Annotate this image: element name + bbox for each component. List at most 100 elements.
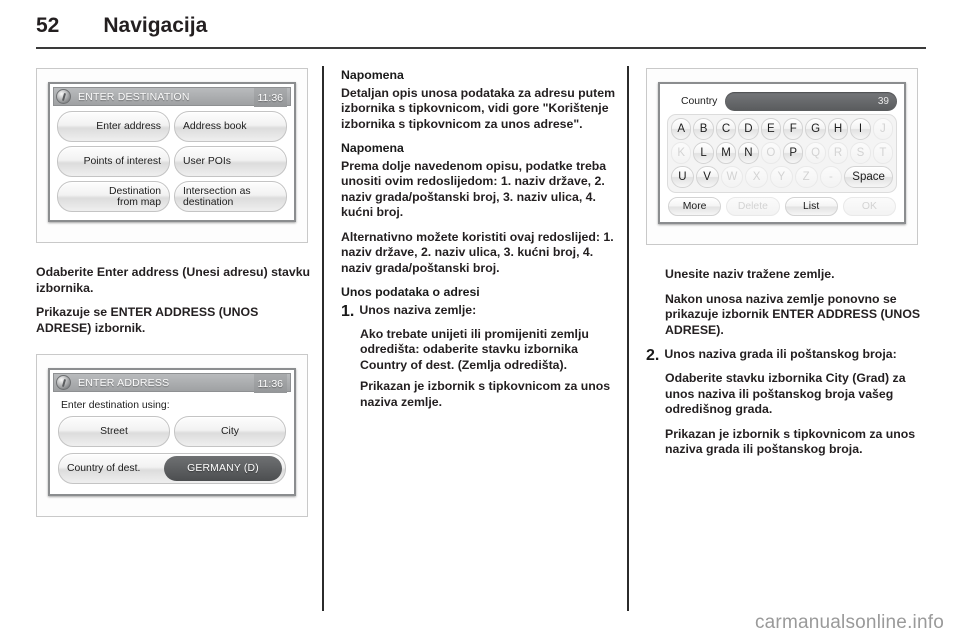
keyboard-input-field[interactable]: 39 — [725, 92, 897, 111]
key-h[interactable]: H — [827, 118, 849, 140]
list-item-title: Unos naziva zemlje: — [359, 302, 477, 317]
enter-address-prompt: Enter destination using: — [61, 400, 170, 411]
key-v[interactable]: V — [695, 166, 719, 188]
list-item-number: 2. — [646, 347, 660, 364]
device-screen-enter-destination: ENTER DESTINATION 11:36 Enter address Ad… — [48, 82, 296, 222]
col3-paragraph-1: Unesite naziv tražene zemlje. — [665, 267, 835, 281]
key-e[interactable]: E — [760, 118, 782, 140]
keyboard-match-count: 39 — [877, 96, 889, 107]
key-x: X — [745, 166, 768, 188]
screen-titlebar: ENTER ADDRESS 11:36 — [53, 373, 291, 393]
list-item: 2. Unos naziva grada ili poštanskog broj… — [646, 347, 924, 365]
list-item-1-paragraph-1: Ako trebate unijeti ili promijeniti zeml… — [360, 326, 589, 372]
column-3: Country 39 A B C D E F G H I J K L M N O… — [646, 68, 924, 608]
menu-item-intersection-as-destination[interactable]: Intersection as destination — [174, 181, 287, 212]
key-l[interactable]: L — [693, 142, 714, 164]
menu-item-user-pois[interactable]: User POIs — [174, 146, 287, 177]
key-t: T — [872, 142, 894, 164]
info-icon — [56, 375, 71, 390]
key-p[interactable]: P — [783, 142, 804, 164]
key-o: O — [760, 142, 782, 164]
info-icon — [56, 89, 71, 104]
list-button[interactable]: List — [784, 197, 838, 216]
menu-item-label: Address book — [183, 121, 247, 132]
key-k: K — [671, 142, 692, 164]
keyboard-field-row: Country 39 — [663, 87, 901, 114]
key-g[interactable]: G — [805, 118, 826, 140]
key-y: Y — [770, 166, 793, 188]
key-hyphen: - — [819, 166, 843, 188]
enter-address-button-row: Street City — [58, 416, 286, 447]
menu-item-enter-address[interactable]: Enter address — [57, 111, 170, 142]
menu-item-label: City — [221, 426, 239, 437]
country-of-dest-value: GERMANY (D) — [164, 456, 282, 481]
keyboard-row-2: K L M N O P Q R S T — [671, 142, 894, 164]
footer-watermark: carmanualsonline.info — [754, 612, 944, 633]
keyboard-field-label: Country — [681, 96, 718, 107]
screen-title: ENTER ADDRESS — [78, 376, 170, 389]
key-space[interactable]: Space — [844, 166, 893, 188]
menu-item-destination-from-map[interactable]: Destination from map — [57, 181, 170, 212]
key-m[interactable]: M — [715, 142, 737, 164]
col1-paragraph-1: Odaberite Enter address (Unesi adresu) s… — [36, 265, 311, 295]
column-divider-1 — [322, 66, 324, 611]
more-button[interactable]: More — [668, 197, 722, 216]
menu-item-label-line2: from map — [117, 196, 161, 208]
screen-title: ENTER DESTINATION — [78, 90, 190, 103]
note-2-body: Prema dolje navedenom opisu, podatke tre… — [341, 158, 607, 220]
column-1: ENTER DESTINATION 11:36 Enter address Ad… — [36, 68, 314, 608]
keyboard-row-1: A B C D E F G H I J — [671, 118, 894, 140]
menu-item-country-of-dest[interactable]: Country of dest. GERMANY (D) — [58, 453, 286, 484]
key-c[interactable]: C — [715, 118, 737, 140]
figure-country-keyboard: Country 39 A B C D E F G H I J K L M N O… — [646, 68, 918, 245]
destination-button-grid: Enter address Address book Points of int… — [53, 106, 291, 217]
keyboard-action-row: More Delete List OK — [663, 193, 901, 219]
menu-item-label: Points of interest — [83, 156, 161, 167]
key-i[interactable]: I — [850, 118, 871, 140]
figure-enter-address: ENTER ADDRESS 11:36 Enter destination us… — [36, 354, 308, 517]
keyboard-row-3: U V W X Y Z - Space — [671, 166, 893, 188]
page-header: 52 Navigacija — [36, 14, 924, 46]
key-d[interactable]: D — [738, 118, 759, 140]
screen-clock: 11:36 — [253, 88, 287, 107]
key-b[interactable]: B — [693, 118, 714, 140]
menu-item-label: Enter address — [96, 121, 161, 132]
page-number: 52 — [36, 14, 60, 37]
note-1-body: Detaljan opis unosa podataka za adresu p… — [341, 85, 616, 131]
menu-item-city[interactable]: City — [174, 416, 286, 447]
key-f[interactable]: F — [783, 118, 804, 140]
country-of-dest-label: Country of dest. — [67, 463, 141, 474]
ok-button: OK — [842, 197, 896, 216]
menu-item-points-of-interest[interactable]: Points of interest — [57, 146, 170, 177]
list-item-2-paragraph-1: Odaberite stavku izbornika City (Grad) z… — [665, 371, 906, 416]
menu-item-address-book[interactable]: Address book — [174, 111, 287, 142]
list-item-number: 1. — [341, 302, 355, 320]
screen-clock: 11:36 — [253, 374, 287, 393]
menu-item-label: Destination from map — [109, 186, 161, 208]
col3-paragraph-2: Nakon unosa naziva zemlje ponovno se pri… — [665, 291, 921, 337]
column-2: Napomena Detaljan opis unosa podataka za… — [341, 68, 619, 608]
list-item-2-paragraph-2: Prikazan je izbornik s tipkovnicom za un… — [665, 426, 916, 457]
device-screen-keyboard: Country 39 A B C D E F G H I J K L M N O… — [658, 82, 906, 224]
section-heading-address-entry: Unos podataka o adresi — [341, 285, 480, 299]
key-n[interactable]: N — [738, 142, 759, 164]
note-1-heading: Napomena — [341, 68, 404, 82]
screen-titlebar: ENTER DESTINATION 11:36 — [53, 87, 291, 107]
keyboard-keypad: A B C D E F G H I J K L M N O P Q R S T … — [667, 114, 897, 193]
list-item: 1. Unos naziva zemlje: — [341, 303, 619, 321]
list-item-1-paragraph-2: Prikazan je izbornik s tipkovnicom za un… — [360, 379, 611, 409]
menu-item-label-line1: Intersection as — [183, 185, 251, 197]
key-a[interactable]: A — [671, 118, 692, 140]
key-u[interactable]: U — [671, 166, 694, 188]
key-r: R — [827, 142, 849, 164]
key-s: S — [850, 142, 871, 164]
menu-item-label: Intersection as destination — [183, 186, 251, 208]
key-j: J — [872, 118, 894, 140]
menu-item-street[interactable]: Street — [58, 416, 170, 447]
col1-paragraph-2: Prikazuje se ENTER ADDRESS (UNOS ADRESE)… — [36, 305, 259, 335]
device-screen-enter-address: ENTER ADDRESS 11:36 Enter destination us… — [48, 368, 296, 496]
column-divider-2 — [627, 66, 629, 611]
key-z: Z — [794, 166, 818, 188]
col2-paragraph-3: Alternativno možete koristiti ovaj redos… — [341, 229, 614, 275]
menu-item-label-line2: destination — [183, 196, 234, 208]
